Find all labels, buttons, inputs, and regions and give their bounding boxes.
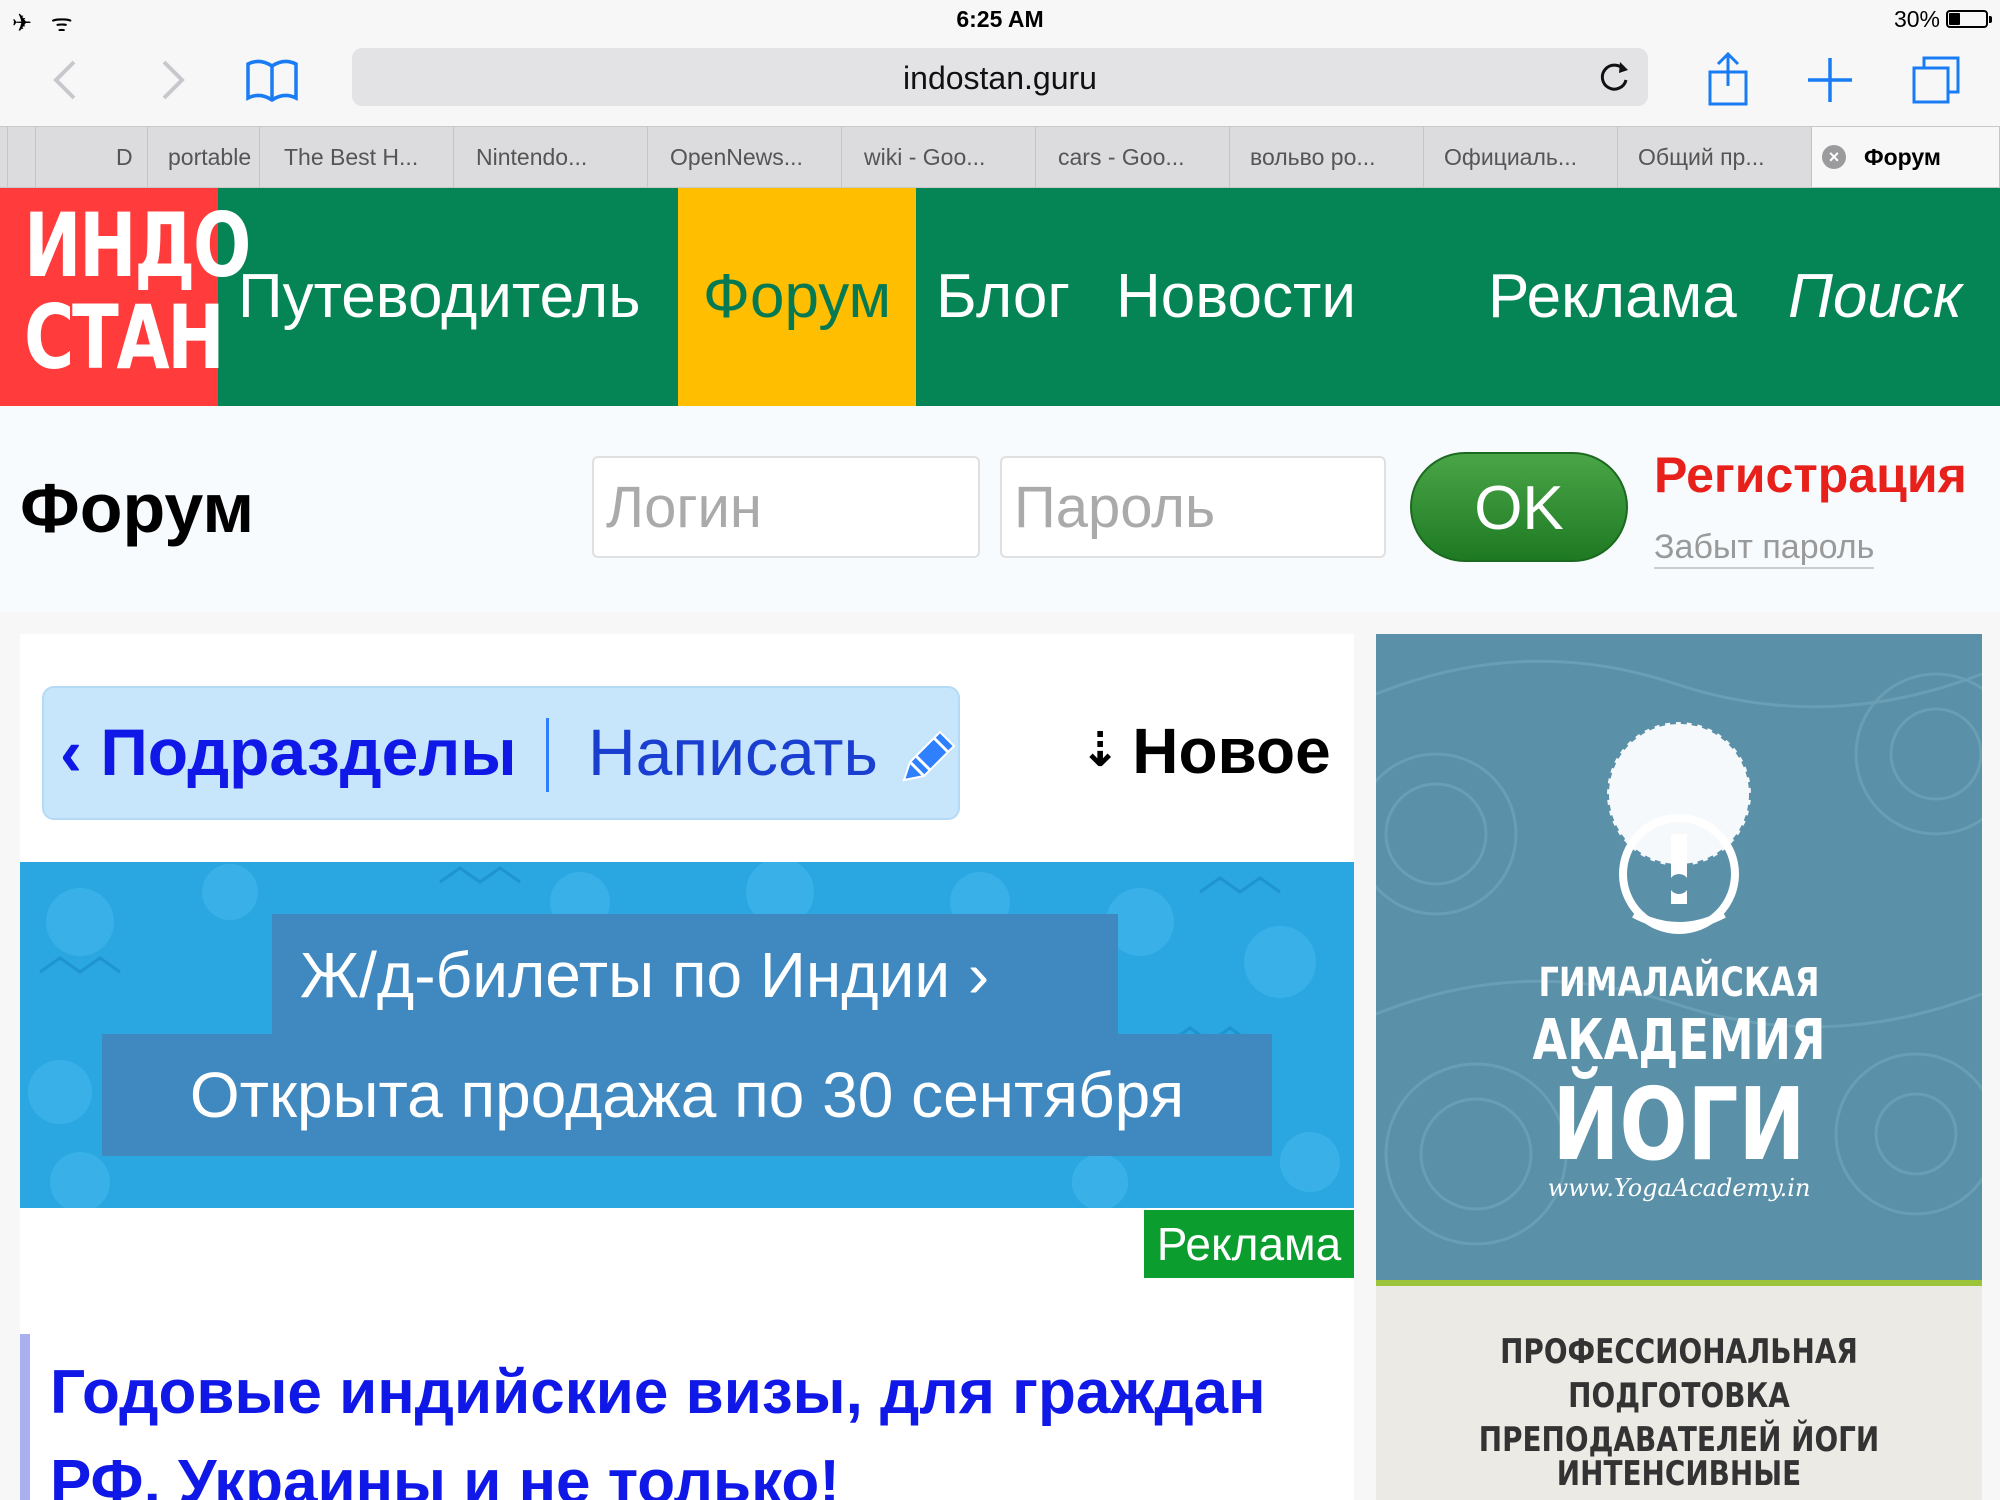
tab-label: вольво ро... bbox=[1250, 144, 1376, 170]
site-logo[interactable]: ИНДО СТАН bbox=[0, 188, 251, 406]
tab-stub[interactable] bbox=[8, 127, 36, 187]
reload-icon[interactable] bbox=[1594, 56, 1634, 105]
tree-logo-icon bbox=[1605, 720, 1753, 934]
share-icon[interactable] bbox=[1696, 51, 1760, 108]
new-posts-label: Новое bbox=[1132, 715, 1331, 787]
nav-news[interactable]: Новости bbox=[1116, 188, 1356, 406]
article-title-link[interactable]: Годовые индийские визы, для граждан РФ, … bbox=[50, 1348, 1330, 1500]
tab[interactable]: OpenNews... bbox=[648, 127, 842, 187]
side-ad-bottom: ПРОФЕССИОНАЛЬНАЯ ПОДГОТОВКА ПРЕПОДАВАТЕЛ… bbox=[1376, 1280, 1982, 1500]
tab[interactable]: wiki - Goo... bbox=[842, 127, 1036, 187]
battery-percent: 30% bbox=[1893, 6, 1940, 32]
tab[interactable]: The Best H... bbox=[260, 127, 454, 187]
side-ad[interactable]: ГИМАЛАЙСКАЯ АКАДЕМИЯ ЙОГИ www.YogaAcadem… bbox=[1376, 634, 1982, 1500]
banner-line1[interactable]: Ж/д-билеты по Индии › bbox=[272, 914, 1118, 1036]
tab-stub[interactable] bbox=[0, 127, 8, 187]
tab-label: OpenNews... bbox=[670, 144, 803, 170]
logo-line2: СТАН bbox=[23, 286, 225, 389]
url-text: indostan.guru bbox=[903, 60, 1097, 96]
nav-ads[interactable]: Реклама bbox=[1488, 188, 1737, 406]
tab-label: The Best H... bbox=[284, 144, 419, 170]
content-area: ‹ Подразделы Написать ⇣ Новое Ж/д-билеты… bbox=[0, 612, 2000, 1500]
register-link[interactable]: Регистрация bbox=[1654, 446, 1967, 504]
tab-label: D bbox=[116, 144, 133, 170]
nav-guide[interactable]: Путеводитель bbox=[238, 188, 641, 406]
battery-icon bbox=[1946, 10, 1992, 28]
tab[interactable]: cars - Goo... bbox=[1036, 127, 1230, 187]
tab-label: Nintendo... bbox=[476, 144, 588, 170]
divider bbox=[546, 718, 549, 792]
tabs-icon[interactable] bbox=[1904, 52, 1968, 108]
tab[interactable]: D bbox=[36, 127, 148, 187]
status-bar: ✈ ᯤ 6:25 AM 30% bbox=[0, 0, 2000, 38]
nav-blog[interactable]: Блог bbox=[936, 188, 1070, 406]
side-ad-line3: ЙОГИ bbox=[1552, 1066, 1806, 1183]
side-ad-site: www.YogaAcademy.in bbox=[1547, 1174, 1811, 1202]
browser-window: ✈ ᯤ 6:25 AM 30% indostan.guru D portable… bbox=[0, 0, 2000, 1500]
ad-label: Реклама bbox=[1144, 1210, 1354, 1278]
browser-toolbar: indostan.guru bbox=[0, 38, 2000, 126]
tab[interactable]: Nintendo... bbox=[454, 127, 648, 187]
tab-label: portable bbox=[168, 144, 252, 170]
login-input[interactable] bbox=[592, 456, 980, 558]
forum-action-bar: ‹ Подразделы Написать bbox=[42, 686, 960, 820]
page-title: Форум bbox=[20, 469, 255, 547]
write-link[interactable]: Написать bbox=[588, 714, 878, 790]
site-nav: ИНДО СТАН Путеводитель Форум Блог Новост… bbox=[0, 188, 2000, 406]
tab-label: Форум bbox=[1864, 144, 1941, 170]
side-ad-bottom-text: ПРОФЕССИОНАЛЬНАЯ ПОДГОТОВКА ПРЕПОДАВАТЕЛ… bbox=[1478, 1332, 1880, 1460]
subsections-link[interactable]: ‹ Подразделы bbox=[60, 714, 517, 790]
side-ad-top: ГИМАЛАЙСКАЯ АКАДЕМИЯ ЙОГИ www.YogaAcadem… bbox=[1376, 634, 1982, 1280]
side-ad-bottom-text2: ИНТЕНСИВНЫЕ bbox=[1556, 1454, 1802, 1494]
main-column: ‹ Подразделы Написать ⇣ Новое Ж/д-билеты… bbox=[20, 634, 1354, 1500]
article-marker bbox=[20, 1334, 30, 1500]
nav-search[interactable]: Поиск bbox=[1788, 188, 1962, 406]
tab[interactable]: вольво ро... bbox=[1230, 127, 1424, 187]
nav-forum[interactable]: Форум bbox=[678, 188, 916, 406]
tab-label: wiki - Goo... bbox=[864, 144, 986, 170]
battery-level bbox=[1949, 13, 1961, 25]
side-ad-line2: АКАДЕМИЯ bbox=[1532, 1008, 1826, 1073]
ad-banner[interactable]: Ж/д-билеты по Индии › Открыта продажа по… bbox=[20, 862, 1354, 1208]
tab-label: Общий пр... bbox=[1638, 144, 1765, 170]
sort-down-icon: ⇣ bbox=[1080, 724, 1121, 778]
login-bar: Форум OK Регистрация Забыт пароль bbox=[0, 406, 2000, 612]
pencil-icon[interactable] bbox=[896, 724, 960, 788]
tab[interactable]: Официаль... bbox=[1424, 127, 1618, 187]
ok-button[interactable]: OK bbox=[1410, 452, 1628, 562]
close-tab-icon[interactable]: × bbox=[1822, 144, 1846, 169]
tab[interactable]: Общий пр... bbox=[1618, 127, 1812, 187]
side-ad-line1: ГИМАЛАЙСКАЯ bbox=[1538, 960, 1820, 1006]
back-icon[interactable] bbox=[36, 52, 100, 108]
tab-active[interactable]: × Форум bbox=[1812, 127, 2000, 187]
forward-icon[interactable] bbox=[138, 52, 202, 108]
banner-line2[interactable]: Открыта продажа по 30 сентября bbox=[102, 1034, 1272, 1156]
forgot-password-link[interactable]: Забыт пароль bbox=[1654, 528, 1875, 569]
address-bar[interactable]: indostan.guru bbox=[352, 48, 1648, 106]
status-time: 6:25 AM bbox=[956, 6, 1044, 32]
tab-label: Официаль... bbox=[1444, 144, 1578, 170]
new-tab-icon[interactable] bbox=[1798, 52, 1862, 108]
tab-strip: D portable The Best H... Nintendo... Ope… bbox=[0, 126, 2000, 188]
bookmarks-icon[interactable] bbox=[240, 52, 304, 108]
new-posts-link[interactable]: ⇣ Новое bbox=[1080, 714, 1331, 788]
password-input[interactable] bbox=[1000, 456, 1386, 558]
tab-label: cars - Goo... bbox=[1058, 144, 1185, 170]
tab[interactable]: portable bbox=[148, 127, 260, 187]
logo-line1: ИНДО bbox=[23, 194, 251, 297]
